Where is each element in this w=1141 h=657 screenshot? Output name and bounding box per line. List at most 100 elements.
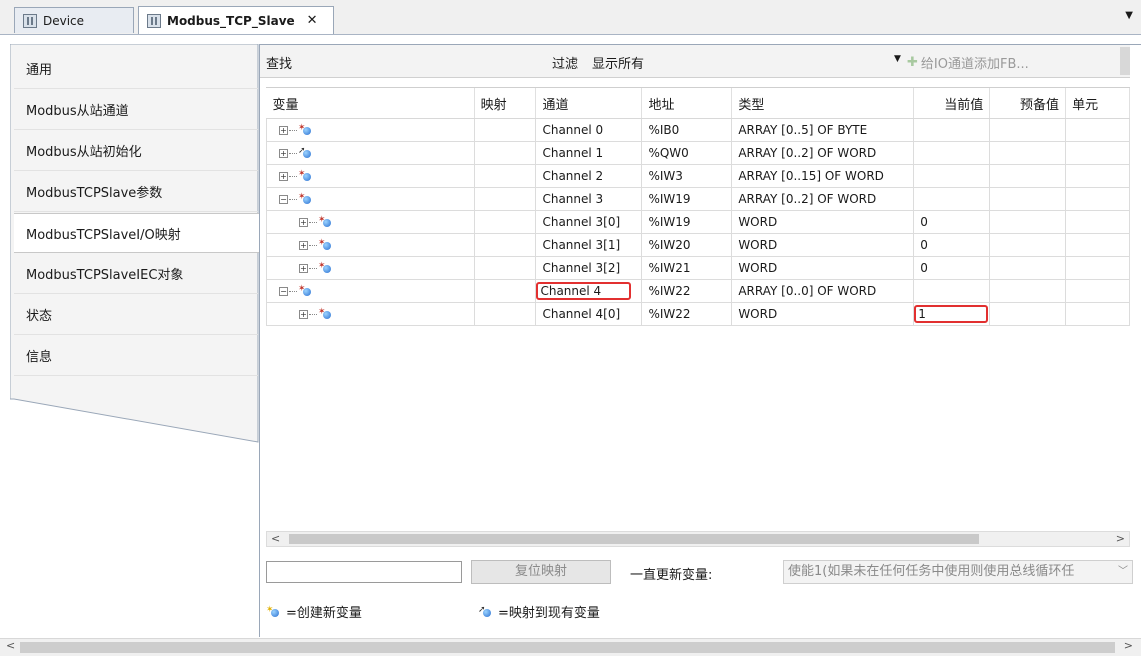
add-fb-button[interactable]: ✚ 给IO通道添加FB... — [907, 53, 1029, 72]
sidebar-item[interactable]: ModbusTCPSlaveIEC对象 — [14, 254, 258, 294]
cell-channel: Channel 3[1] — [535, 233, 643, 257]
cell-prepared-value[interactable] — [989, 141, 1067, 165]
cell-variable[interactable]: + ✶ — [266, 233, 475, 257]
cell-mapping — [473, 141, 537, 165]
col-header-prepared-value[interactable]: 预备值 — [989, 88, 1067, 119]
table-row[interactable]: + ✶ Channel 0 %IB0 ARRAY [0..5] OF BYTE — [266, 118, 1130, 142]
cell-variable[interactable]: + ✶ — [266, 210, 475, 234]
cell-address: %IW19 — [641, 187, 733, 211]
cell-address: %IW22 — [641, 279, 733, 303]
reset-mapping-button[interactable]: 复位映射 — [471, 560, 611, 584]
table-row[interactable]: + ✶ Channel 3[2] %IW21 WORD 0 — [266, 256, 1130, 280]
cell-unit — [1065, 187, 1130, 211]
legend-new-variable: ✶ =创建新变量 — [266, 602, 362, 622]
table-row[interactable]: − ✶ Channel 4 %IW22 ARRAY [0..0] OF WORD — [266, 279, 1130, 303]
expand-icon[interactable]: + — [279, 171, 288, 181]
col-header-channel[interactable]: 通道 — [535, 88, 643, 119]
cell-channel: Channel 0 — [535, 118, 643, 142]
cell-current-value: 0 — [913, 233, 991, 257]
scrollbar-thumb[interactable] — [289, 534, 979, 544]
expand-icon[interactable]: + — [299, 240, 308, 250]
expand-icon[interactable]: + — [279, 148, 288, 158]
cell-variable[interactable]: − ✶ — [266, 279, 475, 303]
cell-type: WORD — [731, 302, 915, 326]
cell-variable[interactable]: + ✶ — [266, 118, 475, 142]
cell-type: WORD — [731, 210, 915, 234]
cell-variable[interactable]: + ➚ — [266, 141, 475, 165]
expand-icon[interactable]: + — [279, 125, 288, 135]
sidebar-item[interactable]: 通用 — [14, 49, 258, 89]
table-row[interactable]: + ✶ Channel 2 %IW3 ARRAY [0..15] OF WORD — [266, 164, 1130, 188]
new-variable-icon: ✶ — [318, 261, 332, 274]
cell-channel: Channel 3[0] — [535, 210, 643, 234]
table-row[interactable]: + ✶ Channel 3[1] %IW20 WORD 0 — [266, 233, 1130, 257]
close-icon[interactable]: ✕ — [307, 13, 318, 28]
chevron-right-icon[interactable]: > — [1124, 639, 1133, 652]
expand-icon[interactable]: + — [299, 309, 308, 319]
cell-type: ARRAY [0..15] OF WORD — [731, 164, 915, 188]
col-header-mapping[interactable]: 映射 — [474, 88, 537, 119]
cell-prepared-value[interactable] — [989, 210, 1067, 234]
collapse-icon[interactable]: − — [279, 286, 288, 296]
current-value: 0 — [920, 215, 928, 229]
cell-prepared-value[interactable] — [989, 187, 1067, 211]
table-row[interactable]: + ✶ Channel 4[0] %IW22 WORD 1 — [266, 302, 1130, 326]
new-variable-icon: ✶ — [298, 169, 312, 182]
cell-prepared-value[interactable] — [989, 233, 1067, 257]
sidebar-item[interactable]: ModbusTCPSlave参数 — [14, 172, 258, 212]
new-variable-icon: ✶ — [298, 192, 312, 205]
vertical-scrollbar[interactable] — [1120, 47, 1130, 75]
cell-prepared-value[interactable] — [989, 302, 1067, 326]
table-row[interactable]: + ✶ Channel 3[0] %IW19 WORD 0 — [266, 210, 1130, 234]
variable-name-input[interactable] — [266, 561, 462, 583]
cell-prepared-value[interactable] — [989, 256, 1067, 280]
chevron-left-icon[interactable]: < — [6, 639, 15, 652]
cell-current-value: 1 — [913, 302, 991, 326]
tab-modbus-tcp-slave[interactable]: Modbus_TCP_Slave ✕ — [138, 6, 334, 34]
cell-variable[interactable]: + ✶ — [266, 256, 475, 280]
new-variable-icon: ✶ — [298, 284, 312, 297]
chevron-left-icon[interactable]: < — [271, 532, 280, 545]
cell-mapping — [473, 118, 537, 142]
cell-variable[interactable]: + ✶ — [266, 302, 475, 326]
expand-icon[interactable]: + — [299, 217, 308, 227]
col-header-current-value[interactable]: 当前值 — [913, 88, 991, 119]
table-row[interactable]: + ➚ Channel 1 %QW0 ARRAY [0..2] OF WORD — [266, 141, 1130, 165]
table-row[interactable]: − ✶ Channel 3 %IW19 ARRAY [0..2] OF WORD — [266, 187, 1130, 211]
cell-type: ARRAY [0..2] OF WORD — [731, 141, 915, 165]
channel-name: Channel 3[2] — [542, 261, 621, 275]
scrollbar-thumb[interactable] — [20, 642, 1115, 653]
find-label[interactable]: 查找 — [266, 53, 292, 72]
cell-variable[interactable]: + ✶ — [266, 164, 475, 188]
col-header-type[interactable]: 类型 — [731, 88, 915, 119]
cell-prepared-value[interactable] — [989, 118, 1067, 142]
filter-toolbar: 查找 过滤 显示所有 ▼ ✚ 给IO通道添加FB... — [260, 45, 1130, 78]
cell-variable[interactable]: − ✶ — [266, 187, 475, 211]
sidebar-item[interactable]: Modbus从站通道 — [14, 90, 258, 130]
sidebar-item[interactable]: ModbusTCPSlaveI/O映射 — [14, 213, 260, 253]
tab-list-dropdown-icon[interactable]: ▼ — [1125, 10, 1133, 21]
collapse-icon[interactable]: − — [279, 194, 288, 204]
cell-mapping — [473, 233, 537, 257]
cell-prepared-value[interactable] — [989, 164, 1067, 188]
tab-device[interactable]: Device — [14, 7, 134, 33]
cell-prepared-value[interactable] — [989, 279, 1067, 303]
col-header-address[interactable]: 地址 — [641, 88, 733, 119]
cell-mapping — [473, 256, 537, 280]
cell-address: %QW0 — [641, 141, 733, 165]
expand-icon[interactable]: + — [299, 263, 308, 273]
col-header-variable[interactable]: 变量 — [266, 88, 475, 119]
table-horizontal-scrollbar[interactable]: < > — [266, 531, 1130, 547]
new-variable-icon: ✶ — [298, 123, 312, 136]
sidebar-item[interactable]: 状态 — [14, 295, 258, 335]
page-horizontal-scrollbar[interactable]: < > — [0, 638, 1141, 656]
chevron-down-icon[interactable]: ▼ — [894, 54, 901, 64]
chevron-down-icon[interactable]: ﹀ — [1116, 561, 1128, 583]
filter-select[interactable]: 显示所有 — [592, 53, 644, 72]
sidebar-item[interactable]: Modbus从站初始化 — [14, 131, 258, 171]
sidebar-item[interactable]: 信息 — [14, 336, 258, 376]
always-update-select[interactable]: 使能1(如果未在任何任务中使用则使用总线循环任 ﹀ — [783, 560, 1133, 584]
cell-current-value — [913, 164, 991, 188]
col-header-unit[interactable]: 单元 — [1065, 88, 1130, 119]
chevron-right-icon[interactable]: > — [1116, 532, 1125, 545]
